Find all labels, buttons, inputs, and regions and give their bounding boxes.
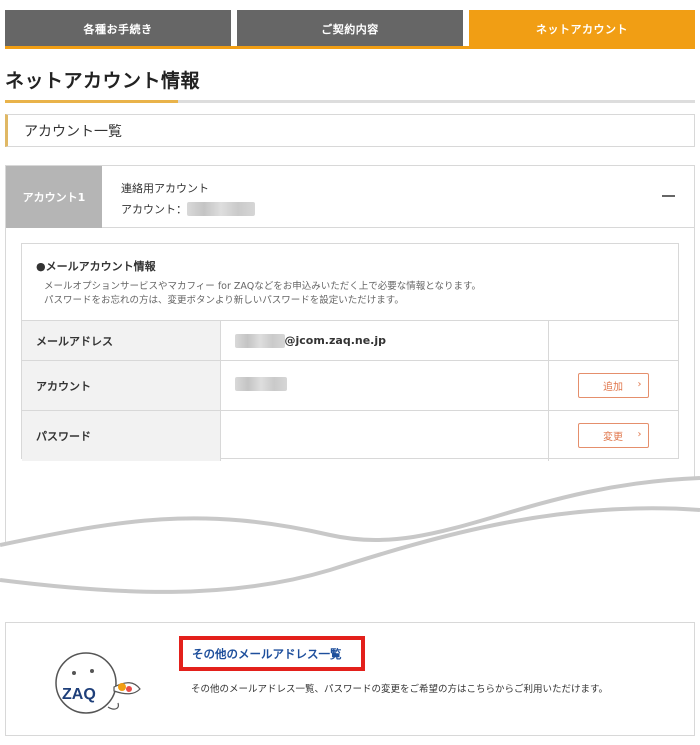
account-id-label: アカウント： (121, 203, 187, 216)
tab-net-account[interactable]: ネットアカウント (469, 10, 695, 47)
tab-procedures[interactable]: 各種お手続き (5, 10, 231, 47)
mail-info-desc-line1: メールオプションサービスやマカフィー for ZAQなどをお申込みいただく上で必… (44, 281, 481, 292)
account-type: 連絡用アカウント (121, 182, 209, 195)
mail-info-desc-line2: パスワードをお忘れの方は、変更ボタンより新しいパスワードを設定いただけます。 (44, 295, 404, 306)
account-label: アカウント (22, 360, 221, 411)
title-divider-accent (5, 100, 178, 103)
tab-bar: 各種お手続き ご契約内容 ネットアカウント (5, 10, 695, 50)
add-button[interactable]: 追加 › (577, 373, 649, 398)
email-value: @jcom.zaq.ne.jp (234, 333, 548, 348)
account-badge: アカウント1 (6, 166, 102, 228)
mail-info-title: ●メールアカウント情報 (36, 260, 156, 273)
change-button-label: 変更 (603, 432, 623, 444)
account-id-redacted (187, 202, 255, 216)
account-card-header[interactable]: アカウント1 連絡用アカウント アカウント： (6, 166, 694, 228)
table-row: パスワード 変更 › (22, 410, 678, 461)
mail-info-table: メールアドレス @jcom.zaq.ne.jp アカウント 追加 › パスワード… (22, 320, 678, 461)
page-title: ネットアカウント情報 (5, 70, 201, 92)
mail-account-info: ●メールアカウント情報 メールオプションサービスやマカフィー for ZAQなど… (21, 243, 679, 461)
password-value-cell (220, 410, 549, 461)
mail-info-description: メールオプションサービスやマカフィー for ZAQなどをお申込みいただく上で必… (44, 280, 664, 308)
other-mail-box: ZAQ その他のメールアドレス一覧 その他のメールアドレス一覧、パスワードの変更… (5, 622, 695, 736)
email-domain: @jcom.zaq.ne.jp (284, 334, 386, 347)
account-action-cell: 追加 › (548, 360, 678, 411)
table-row: アカウント 追加 › (22, 360, 678, 411)
zaq-logo-text: ZAQ (62, 686, 96, 703)
chevron-right-icon: › (637, 429, 642, 441)
collapse-icon[interactable] (662, 189, 676, 203)
email-label: メールアドレス (22, 320, 221, 361)
email-user-redacted (234, 333, 285, 348)
add-button-label: 追加 (603, 382, 623, 393)
tab-contract[interactable]: ご契約内容 (237, 10, 463, 47)
highlight-box: その他のメールアドレス一覧 (179, 636, 365, 671)
account-value-cell (220, 360, 549, 411)
wave-divider (0, 476, 700, 620)
other-mail-description: その他のメールアドレス一覧、パスワードの変更をご希望の方はこちらからご利用いただ… (191, 684, 609, 695)
change-password-button[interactable]: 変更 › (577, 423, 649, 449)
zaq-mascot-icon: ZAQ (55, 652, 141, 714)
table-row: メールアドレス @jcom.zaq.ne.jp (22, 320, 678, 361)
account-value-redacted (234, 377, 287, 391)
email-action-cell (548, 320, 678, 361)
account-id-line: アカウント： (121, 201, 255, 217)
tab-underline (5, 46, 695, 49)
password-label: パスワード (22, 410, 221, 461)
chevron-right-icon: › (637, 379, 642, 390)
password-action-cell: 変更 › (548, 410, 678, 461)
other-mail-list-link[interactable]: その他のメールアドレス一覧 (192, 646, 342, 662)
email-value-cell: @jcom.zaq.ne.jp (220, 320, 549, 361)
section-title: アカウント一覧 (5, 114, 695, 147)
